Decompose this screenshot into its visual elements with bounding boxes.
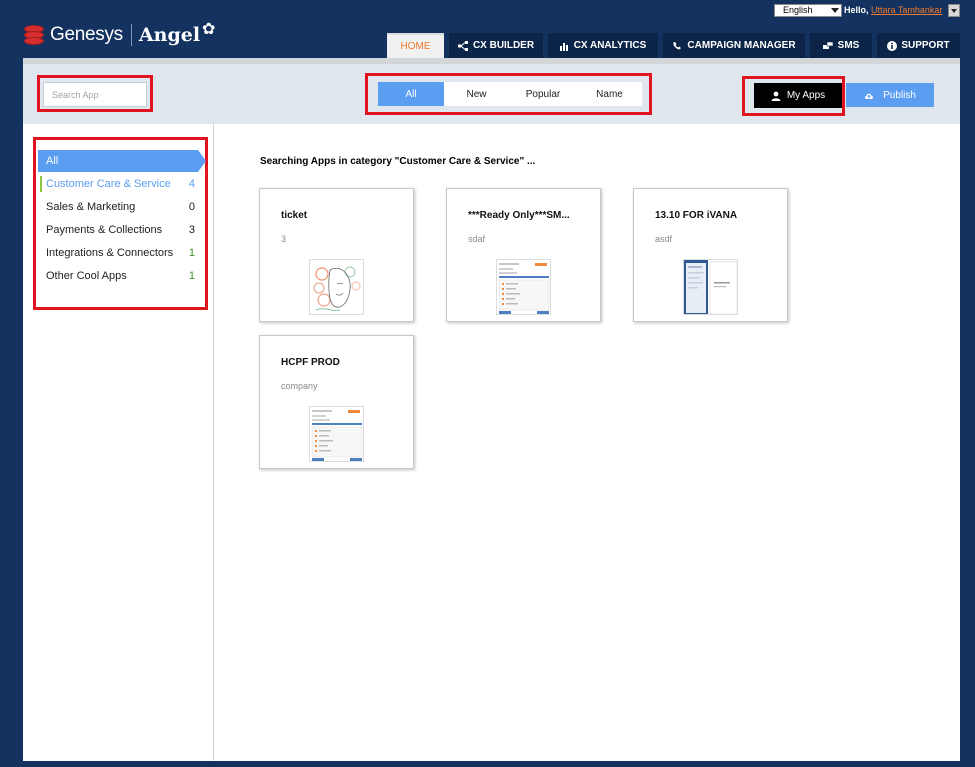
language-select[interactable]: English	[774, 4, 842, 17]
info-icon	[887, 40, 898, 51]
filter-name-button[interactable]: Name	[577, 82, 642, 106]
chevron-down-icon	[951, 9, 957, 13]
app-toolbar: All New Popular Name My Apps Publish	[23, 58, 960, 124]
app-title: ticket	[281, 210, 308, 221]
tab-label: SUPPORT	[901, 40, 950, 51]
category-item-customer-care[interactable]: Customer Care & Service 4	[40, 176, 195, 192]
category-count: 3	[188, 224, 195, 236]
upload-cloud-icon	[865, 93, 874, 99]
user-icon	[771, 91, 781, 101]
app-thumbnail	[683, 259, 738, 315]
app-subtitle: sdaf	[468, 234, 486, 244]
tab-home[interactable]: HOME	[387, 33, 444, 58]
tab-sms[interactable]: SMS	[810, 33, 872, 58]
category-sidebar: All Customer Care & Service 4 Sales & Ma…	[23, 124, 214, 761]
app-card[interactable]: ***Ready Only***SM... sdaf	[446, 188, 601, 322]
username-link[interactable]: Uttara Tamhankar	[871, 5, 942, 15]
category-count: 4	[188, 178, 195, 190]
app-title: ***Ready Only***SM...	[468, 210, 570, 221]
app-thumbnail	[309, 406, 364, 462]
tab-support[interactable]: SUPPORT	[877, 33, 960, 58]
results-heading: Searching Apps in category "Customer Car…	[260, 156, 536, 167]
filter-all-button[interactable]: All	[378, 82, 444, 106]
dialog-screenshot-image	[684, 260, 737, 314]
floral-sketch-image	[313, 266, 361, 311]
sort-filter-group: All New Popular Name	[378, 82, 642, 106]
category-label: Customer Care & Service	[46, 178, 171, 190]
app-subtitle: asdf	[655, 234, 673, 244]
my-apps-label: My Apps	[786, 90, 826, 101]
tab-label: HOME	[400, 41, 431, 52]
category-count: 1	[188, 270, 195, 282]
phone-icon	[673, 41, 682, 49]
app-header: Genesys Angel ✿ English Hello, Uttara Ta…	[0, 0, 975, 58]
category-item-integrations-connectors[interactable]: Integrations & Connectors 1	[40, 245, 195, 261]
category-count: 0	[188, 201, 195, 213]
category-item-payments-collections[interactable]: Payments & Collections 3	[40, 222, 195, 238]
form-screenshot-image	[498, 263, 550, 314]
my-apps-button[interactable]: My Apps	[754, 83, 842, 108]
chevron-down-icon	[831, 8, 839, 13]
tab-cx-analytics[interactable]: CX ANALYTICS	[548, 33, 658, 58]
category-label: Payments & Collections	[46, 224, 163, 236]
category-label: Integrations & Connectors	[46, 247, 174, 259]
app-title: HCPF PROD	[281, 357, 340, 368]
user-greeting: Hello, Uttara Tamhankar	[844, 5, 942, 15]
tab-cx-builder[interactable]: CX BUILDER	[449, 33, 543, 58]
app-card[interactable]: ticket 3	[259, 188, 414, 322]
category-item-other-cool-apps[interactable]: Other Cool Apps 1	[40, 268, 195, 284]
search-app-input[interactable]	[43, 82, 147, 107]
user-menu-toggle[interactable]	[948, 4, 960, 17]
category-label: Other Cool Apps	[46, 270, 127, 282]
tab-label: CAMPAIGN MANAGER	[687, 40, 796, 51]
publish-button[interactable]: Publish	[846, 83, 934, 107]
publish-label: Publish	[883, 89, 916, 101]
form-screenshot-image	[311, 410, 363, 461]
bar-chart-icon	[559, 42, 568, 51]
filter-popular-button[interactable]: Popular	[509, 82, 577, 106]
filter-new-button[interactable]: New	[444, 82, 509, 106]
app-thumbnail	[309, 259, 364, 315]
main-content: All Customer Care & Service 4 Sales & Ma…	[23, 124, 960, 761]
app-card[interactable]: 13.10 FOR iVANA asdf	[633, 188, 788, 322]
app-subtitle: company	[281, 381, 318, 391]
app-title: 13.10 FOR iVANA	[655, 210, 738, 221]
category-label: Sales & Marketing	[46, 201, 136, 213]
tab-label: CX BUILDER	[472, 40, 535, 51]
category-all[interactable]: All	[38, 150, 206, 172]
main-nav: HOME CX BUILDER CX ANALYTICS CAMPAIGN MA…	[0, 33, 975, 58]
tab-label: SMS	[837, 40, 860, 51]
flow-icon	[457, 40, 468, 51]
category-item-sales-marketing[interactable]: Sales & Marketing 0	[40, 199, 195, 215]
app-subtitle: 3	[281, 234, 287, 244]
tab-campaign-manager[interactable]: CAMPAIGN MANAGER	[663, 33, 805, 58]
language-value: English	[783, 5, 813, 15]
tab-label: CX ANALYTICS	[573, 40, 647, 51]
app-thumbnail	[496, 259, 551, 315]
category-count: 1	[188, 247, 195, 259]
chat-icon	[822, 41, 833, 49]
greeting-text: Hello,	[844, 5, 869, 15]
app-card[interactable]: HCPF PROD company	[259, 335, 414, 469]
